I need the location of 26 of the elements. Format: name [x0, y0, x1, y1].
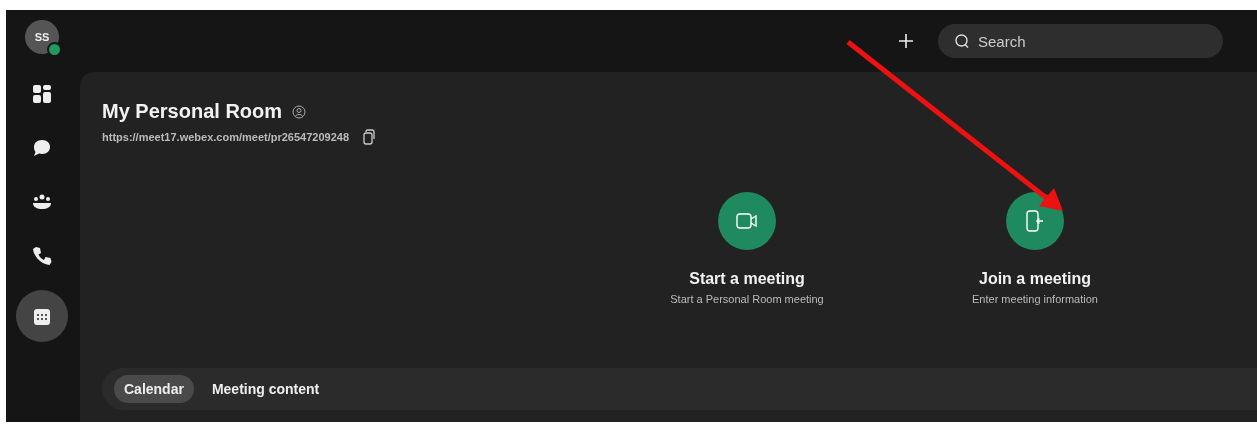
action-subtitle: Start a Personal Room meeting — [670, 293, 824, 305]
presence-dot — [47, 42, 62, 57]
calendar-nav-button[interactable] — [16, 290, 68, 342]
phone-icon — [32, 246, 52, 266]
search-field[interactable]: Search — [938, 24, 1223, 58]
person-badge-icon — [292, 104, 307, 119]
plus-icon — [898, 33, 914, 49]
action-title: Join a meeting — [979, 270, 1091, 288]
calendar-icon — [32, 306, 52, 326]
tab[interactable]: Meeting content — [201, 375, 330, 403]
copy-icon[interactable] — [361, 129, 376, 145]
enter-door-icon — [1026, 210, 1044, 232]
room-title: My Personal Room — [102, 100, 283, 123]
people-group-icon — [32, 193, 52, 211]
user-avatar[interactable]: SS — [25, 20, 59, 54]
action-subtitle: Enter meeting information — [972, 293, 1098, 305]
avatar-initials: SS — [34, 31, 50, 43]
start-meeting-button[interactable] — [718, 192, 776, 250]
action-title: Start a meeting — [689, 270, 805, 288]
grid-icon — [32, 84, 52, 104]
video-camera-icon — [736, 212, 758, 230]
search-icon — [954, 33, 970, 49]
join-meeting-button[interactable] — [1006, 192, 1064, 250]
tab[interactable]: Calendar — [114, 375, 194, 403]
chat-bubble-icon — [32, 138, 52, 158]
room-url: https://meet17.webex.com/meet/pr26547209248 — [102, 131, 350, 143]
